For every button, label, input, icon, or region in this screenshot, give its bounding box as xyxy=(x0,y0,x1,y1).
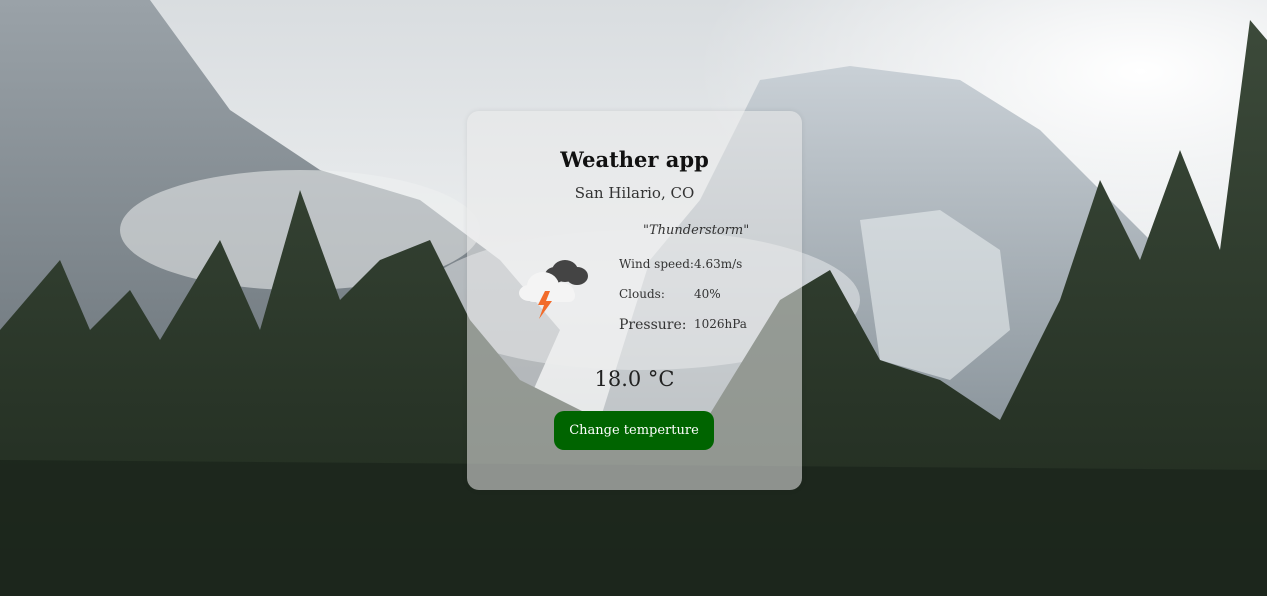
weather-description: "Thunderstorm" xyxy=(643,223,750,238)
pressure-label: Pressure: xyxy=(619,317,687,333)
temperature-value: 18.0 °C xyxy=(594,367,675,391)
clouds-label: Clouds: xyxy=(619,287,665,301)
wind-speed-value: 4.63m/s xyxy=(694,257,743,271)
clouds-value: 40% xyxy=(694,287,721,301)
pressure-value: 1026hPa xyxy=(694,317,747,331)
thunderstorm-icon xyxy=(519,260,588,319)
change-temperature-button[interactable]: Change temperture xyxy=(554,411,714,450)
wind-speed-label: Wind speed: xyxy=(619,257,694,271)
app-title: Weather app xyxy=(560,147,709,172)
location-label: San Hilario, CO xyxy=(574,184,695,202)
weather-card: Weather app San Hilario, CO "Thunderstor… xyxy=(467,111,802,490)
